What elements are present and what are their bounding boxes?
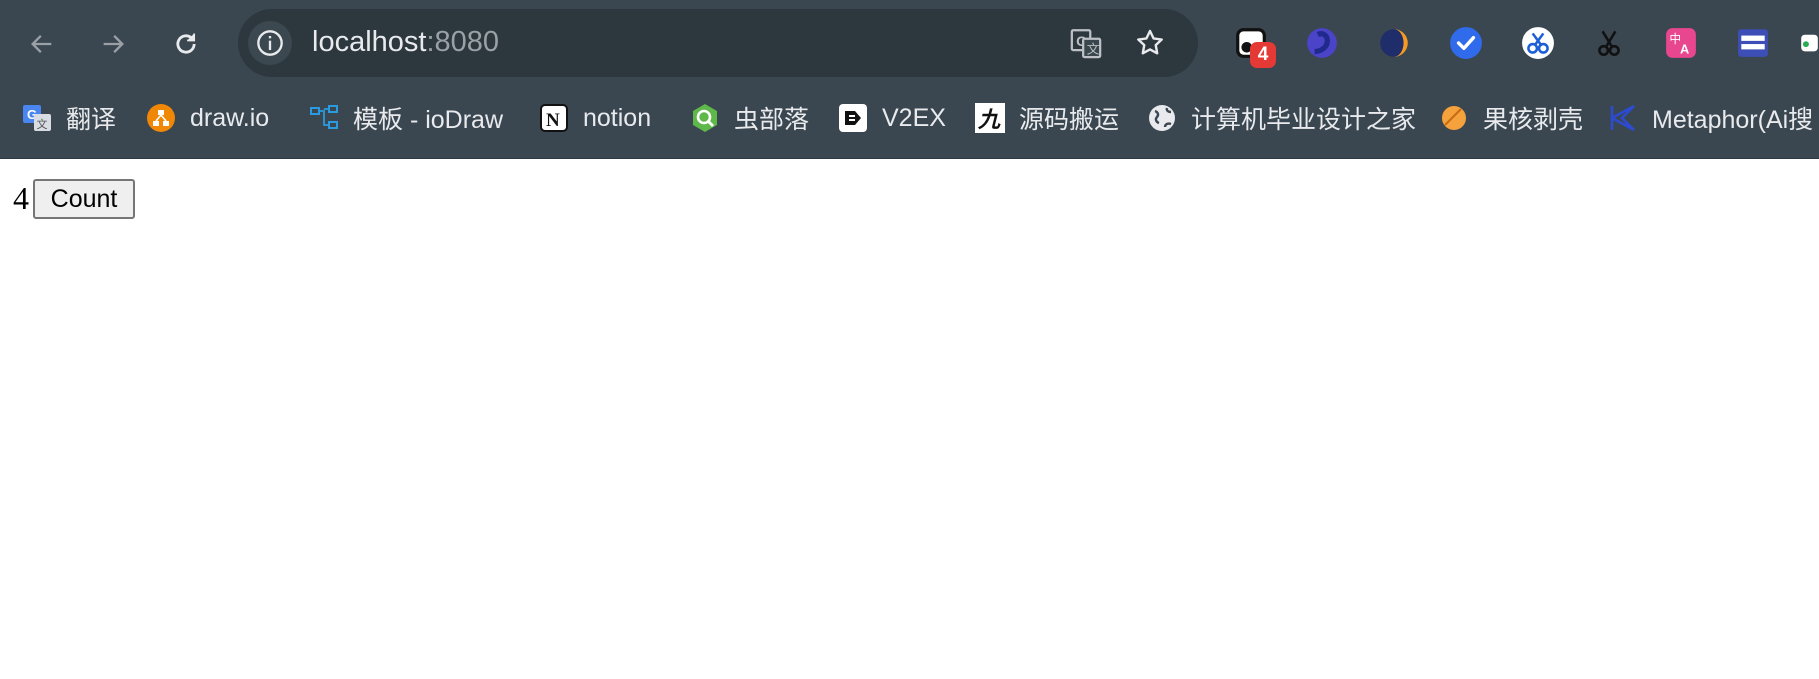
extension-translate-pink[interactable]: 中A [1662, 24, 1700, 62]
cut-icon [1598, 30, 1620, 56]
chongbuluo-icon [690, 103, 720, 133]
moon-icon [1380, 29, 1408, 57]
bookmark-label: Metaphor(Ai搜 [1652, 106, 1814, 134]
svg-text:文: 文 [1087, 43, 1100, 58]
bookmark-guohe[interactable]: 果核剥壳 [1439, 100, 1583, 136]
url-port: :8080 [426, 26, 500, 58]
count-value: 4 [13, 180, 29, 216]
svg-text:九: 九 [977, 108, 1001, 133]
info-icon [257, 30, 283, 56]
window-icon [1738, 29, 1768, 57]
arrow-left-icon [31, 35, 52, 53]
url-text[interactable]: localhost:8080 [312, 26, 499, 59]
bookmark-label: 虫部落 [734, 106, 810, 134]
url-host: localhost [312, 26, 427, 58]
bookmark-drawio[interactable]: draw.io [146, 100, 269, 136]
drawio-icon [146, 103, 176, 133]
bookmark-chongbuluo[interactable]: 虫部落 [690, 100, 809, 136]
extension-checkmark[interactable] [1447, 24, 1485, 62]
bookmark-v2ex[interactable]: V2EX [838, 100, 946, 136]
site-info-button[interactable] [248, 21, 292, 65]
translate-icon: G文 [1070, 29, 1102, 59]
bookmark-label: 翻译 [66, 106, 117, 134]
extension-orange-moon[interactable] [1375, 24, 1413, 62]
google-translate-icon: G文 [22, 103, 52, 133]
swirl-icon [1307, 28, 1337, 58]
yuanma-icon: 九 [975, 103, 1005, 133]
globe-icon [1147, 103, 1177, 133]
bookmark-label: 果核剥壳 [1483, 106, 1584, 134]
translate-page-button[interactable]: G文 [1066, 23, 1106, 63]
bookmark-label: V2EX [882, 103, 946, 132]
bookmark-star-button[interactable] [1130, 23, 1170, 63]
star-icon [1137, 29, 1163, 55]
translate-pink-icon: 中A [1666, 28, 1696, 58]
scissors-icon [1522, 27, 1554, 59]
arrow-right-icon [103, 35, 124, 53]
bookmark-label: 源码搬运 [1019, 106, 1120, 134]
extension-badge: 4 [1250, 42, 1276, 68]
extension-window[interactable] [1734, 24, 1772, 62]
bookmark-label: notion [583, 103, 652, 132]
bookmark-label: draw.io [190, 103, 270, 132]
count-button[interactable]: Count [33, 179, 135, 219]
bookmark-iodraw[interactable]: 模板 - ioDraw [309, 100, 503, 136]
bookmarks-bar: G文 翻译 draw.io 模板 - ioDraw N notion 虫部落 V… [0, 96, 1819, 142]
guohe-icon [1439, 103, 1469, 133]
notion-icon: N [539, 103, 569, 133]
svg-text:N: N [546, 110, 560, 131]
extension-scissors-black[interactable] [1590, 24, 1628, 62]
v2ex-icon [838, 103, 868, 133]
bookmark-yuanma[interactable]: 九 源码搬运 [975, 100, 1119, 136]
extension-partial[interactable] [1800, 24, 1819, 62]
check-icon [1450, 27, 1482, 59]
reload-icon [176, 33, 196, 54]
bookmark-metaphor[interactable]: Metaphor(Ai搜 [1608, 100, 1813, 136]
bookmark-translate[interactable]: G文 翻译 [22, 100, 116, 136]
forward-button[interactable] [91, 22, 135, 66]
svg-text:文: 文 [37, 117, 48, 131]
svg-text:A: A [1680, 42, 1689, 57]
page-content: 4 Count [0, 159, 1819, 679]
browser-toolbar: localhost:8080 G文 4 中A [0, 0, 1819, 88]
bookmark-label: 模板 - ioDraw [353, 106, 504, 134]
green-logo-icon [1801, 34, 1818, 52]
address-bar[interactable]: localhost:8080 G文 [238, 9, 1198, 77]
bookmark-notion[interactable]: N notion [539, 100, 651, 136]
metaphor-icon [1608, 103, 1638, 133]
iodraw-icon [309, 103, 339, 133]
bookmark-jisuanji[interactable]: 计算机毕业设计之家 [1147, 100, 1416, 136]
browser-chrome: localhost:8080 G文 4 中A G 文 翻译 draw.io 模板… [0, 0, 1819, 159]
back-button[interactable] [20, 22, 64, 66]
extension-scissors-blue[interactable] [1519, 24, 1557, 62]
bookmark-label: 计算机毕业设计之家 [1191, 106, 1417, 134]
reload-button[interactable] [164, 22, 208, 66]
extension-dark-blue[interactable] [1303, 24, 1341, 62]
